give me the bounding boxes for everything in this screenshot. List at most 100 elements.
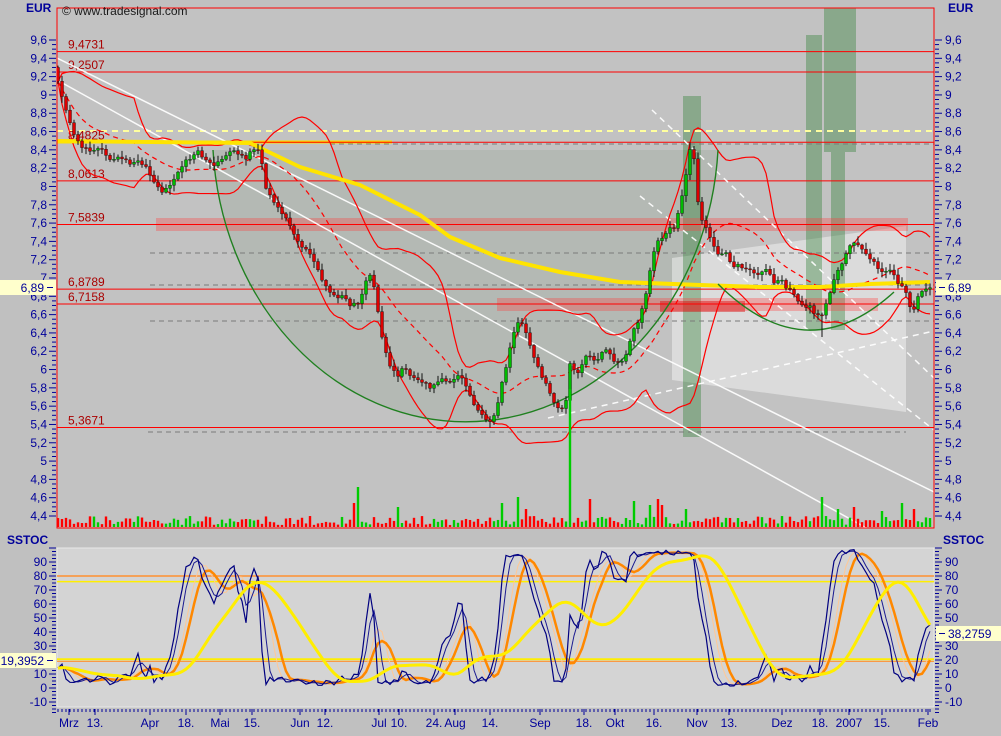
- last-price-value: 6,89: [948, 281, 971, 295]
- volume-bar: [201, 521, 203, 527]
- time-axis-label[interactable]: Feb: [918, 716, 939, 730]
- volume-bar: [285, 519, 287, 527]
- volume-bar: [769, 518, 771, 527]
- price-tick-label: 6,2: [30, 344, 47, 358]
- time-axis-label[interactable]: 2007: [836, 716, 863, 730]
- time-axis-label[interactable]: 18.: [812, 716, 829, 730]
- candle-body: [917, 296, 920, 309]
- time-axis-label[interactable]: 24.: [426, 716, 443, 730]
- time-axis-label[interactable]: Mrz: [59, 716, 79, 730]
- volume-bar: [873, 520, 875, 527]
- candle-body: [725, 253, 728, 254]
- time-axis-label[interactable]: Jul: [371, 716, 386, 730]
- volume-bar: [893, 520, 895, 527]
- time-axis-label[interactable]: 13.: [721, 716, 738, 730]
- candle-body: [149, 166, 152, 175]
- time-axis-label[interactable]: 15.: [874, 716, 891, 730]
- volume-bar: [609, 517, 611, 527]
- candle-body: [813, 306, 816, 314]
- price-tick-label: 9,4: [30, 51, 47, 65]
- candle-body: [869, 254, 872, 259]
- time-axis-label[interactable]: 14.: [482, 716, 499, 730]
- price-tick-label: 7,4: [945, 234, 962, 248]
- candle-body: [221, 159, 224, 161]
- stoch-tick-label: 10: [945, 667, 959, 681]
- candle-body: [241, 154, 244, 155]
- price-tick-label: 6,6: [945, 308, 962, 322]
- volume-bar: [105, 516, 107, 527]
- time-axis-label[interactable]: 18.: [178, 716, 195, 730]
- volume-bar: [761, 517, 763, 527]
- candle-body: [237, 151, 240, 154]
- volume-bar: [413, 518, 415, 527]
- candle-body: [901, 284, 904, 287]
- candle-body: [145, 165, 148, 167]
- axis-tick-dash: [47, 287, 53, 288]
- volume-bar: [61, 519, 63, 527]
- candle-body: [745, 268, 748, 269]
- volume-bar: [869, 520, 871, 527]
- price-tick-label: 7,8: [945, 198, 962, 212]
- volume-bar: [749, 524, 751, 527]
- volume-bar: [845, 525, 847, 527]
- volume-bar: [637, 523, 639, 527]
- candle-body: [909, 293, 912, 307]
- stoch-value-badge-left: 19,3952: [0, 653, 56, 668]
- chart-canvas[interactable]: 9,47319,25078,48258,06137,58396,87896,71…: [0, 0, 1001, 736]
- price-tick-label: 5,8: [945, 381, 962, 395]
- price-tick-label: 5,2: [30, 436, 47, 450]
- time-axis-label[interactable]: 18.: [576, 716, 593, 730]
- stoch-tick-label: 60: [945, 597, 959, 611]
- candle-body: [565, 400, 568, 408]
- candle-body: [353, 303, 356, 306]
- candle-body: [341, 295, 344, 298]
- time-axis-label[interactable]: Nov: [686, 716, 707, 730]
- volume-bar: [205, 517, 207, 527]
- volume-bar: [621, 524, 623, 527]
- candle-body: [405, 369, 408, 370]
- volume-bar: [721, 522, 723, 527]
- price-tick-label: 5,6: [30, 399, 47, 413]
- stoch-panel-title-right: SSTOC: [943, 533, 984, 547]
- candle-body: [665, 233, 668, 238]
- time-axis-label[interactable]: Apr: [141, 716, 160, 730]
- volume-bar: [313, 525, 315, 527]
- candle-body: [229, 152, 232, 156]
- stoch-panel-title-left: SSTOC: [7, 533, 48, 547]
- candle-body: [417, 378, 420, 380]
- volume-bar: [809, 521, 811, 527]
- candle-body: [549, 383, 552, 393]
- volume-bar: [461, 520, 463, 527]
- candle-body: [805, 305, 808, 307]
- volume-bar: [457, 523, 459, 527]
- volume-bar: [277, 525, 279, 527]
- price-tick-label: 6,4: [30, 326, 47, 340]
- time-axis-label[interactable]: 12.: [317, 716, 334, 730]
- candle-body: [317, 262, 320, 270]
- volume-bar: [149, 522, 151, 527]
- volume-bar: [121, 522, 123, 527]
- support-resistance-zone: [660, 301, 745, 312]
- candle-body: [213, 163, 216, 166]
- stoch-tick-label: 60: [34, 597, 48, 611]
- time-axis-label[interactable]: Sep: [529, 716, 551, 730]
- time-axis-label[interactable]: 10.: [391, 716, 408, 730]
- volume-bar: [193, 524, 195, 527]
- time-axis-label[interactable]: Mai: [210, 716, 229, 730]
- time-axis-label[interactable]: 16.: [646, 716, 663, 730]
- price-tick-label: 4,6: [30, 491, 47, 505]
- candle-body: [193, 155, 196, 160]
- time-axis-label[interactable]: 15.: [244, 716, 261, 730]
- candle-body: [873, 259, 876, 262]
- candle-body: [281, 207, 284, 214]
- time-axis-label[interactable]: Dez: [771, 716, 792, 730]
- price-tick-label: 8,8: [30, 106, 47, 120]
- stoch-right-value: 38,2759: [948, 627, 991, 641]
- time-axis-label[interactable]: 13.: [87, 716, 104, 730]
- candle-body: [153, 175, 156, 182]
- candle-body: [85, 148, 88, 149]
- time-axis-label[interactable]: Jun: [290, 716, 309, 730]
- volume-bar: [585, 521, 587, 527]
- time-axis-label[interactable]: Aug: [444, 716, 465, 730]
- time-axis-label[interactable]: Okt: [606, 716, 625, 730]
